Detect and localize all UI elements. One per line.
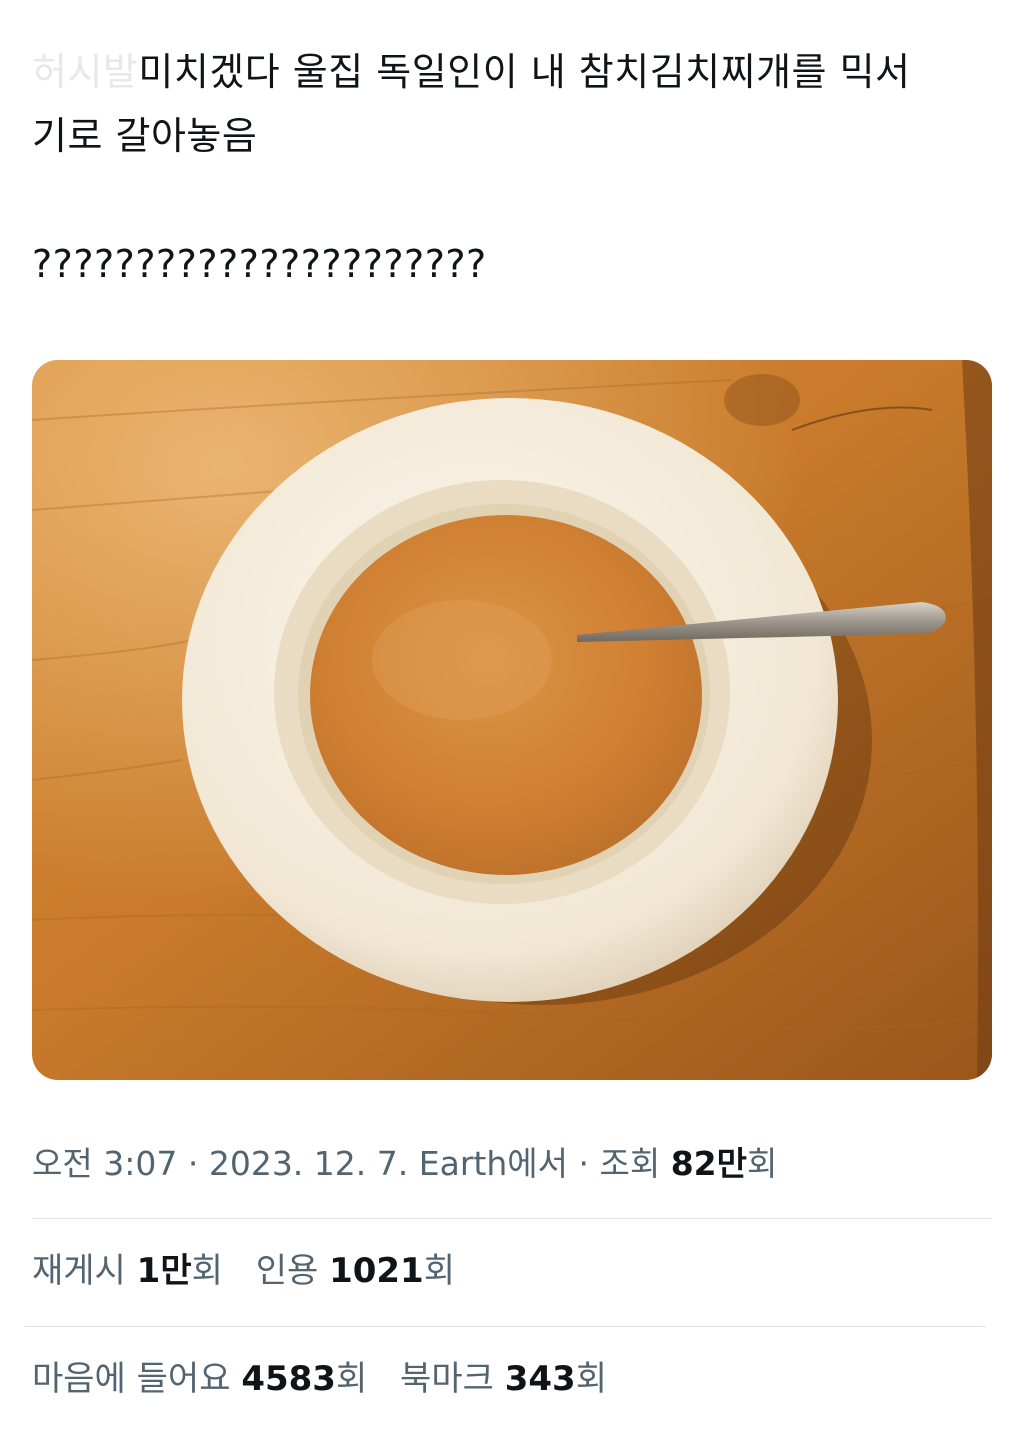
tweet-time[interactable]: 오전 3:07 xyxy=(32,1144,177,1183)
views-unit: 회 xyxy=(747,1144,778,1183)
reposts-label: 재게시 xyxy=(32,1251,126,1291)
quotes-count: 1021 xyxy=(329,1251,424,1291)
engagement-row-1: 재게시 1만회 인용 1021회 xyxy=(32,1246,477,1296)
quotes-label: 인용 xyxy=(255,1251,319,1291)
bookmarks-label: 북마크 xyxy=(400,1359,494,1399)
tweet-meta: 오전 3:07 · 2023. 12. 7. Earth에서 · 조회 82만회 xyxy=(32,1140,777,1188)
divider xyxy=(24,1326,986,1327)
tweet-photo[interactable] xyxy=(32,360,992,1080)
tweet-location: Earth에서 xyxy=(418,1144,568,1183)
views-count: 82만 xyxy=(670,1144,747,1183)
tweet-line-1-text: 미치겠다 울집 독일인이 내 참치김치찌개를 믹서 xyxy=(138,50,911,94)
quotes-stat[interactable]: 인용 1021회 xyxy=(256,1251,455,1291)
reposts-stat[interactable]: 재게시 1만회 xyxy=(32,1251,223,1291)
reposts-unit: 회 xyxy=(191,1251,223,1291)
tweet-line-1: 허시발미치겠다 울집 독일인이 내 참치김치찌개를 믹서 xyxy=(32,40,992,104)
reposts-count: 1만 xyxy=(136,1251,192,1291)
tweet-line-2: 기로 갈아놓음 xyxy=(32,114,258,158)
quotes-unit: 회 xyxy=(423,1251,455,1291)
views-label: 조회 xyxy=(599,1144,661,1183)
meta-separator: · xyxy=(187,1144,199,1183)
likes-unit: 회 xyxy=(335,1359,368,1399)
divider xyxy=(32,1218,992,1219)
meta-separator: · xyxy=(578,1144,589,1183)
engagement-row-2: 마음에 들어요 4583회 북마크 343회 xyxy=(32,1354,629,1404)
likes-count: 4583 xyxy=(241,1359,336,1399)
soup-bowl-photo xyxy=(32,360,992,1080)
likes-label: 마음에 들어요 xyxy=(32,1359,231,1399)
bookmarks-count: 343 xyxy=(504,1359,576,1399)
tweet-text: 허시발미치겠다 울집 독일인이 내 참치김치찌개를 믹서 기로 갈아놓음 ???… xyxy=(32,40,992,296)
bookmarks-unit: 회 xyxy=(575,1359,607,1399)
tweet-faded-word: 허시발 xyxy=(32,50,139,94)
tweet-date[interactable]: 2023. 12. 7. xyxy=(209,1144,408,1183)
bookmarks-stat[interactable]: 북마크 343회 xyxy=(400,1359,607,1399)
likes-stat[interactable]: 마음에 들어요 4583회 xyxy=(32,1359,367,1399)
tweet-line-3: ?????????????????????? xyxy=(32,242,487,286)
